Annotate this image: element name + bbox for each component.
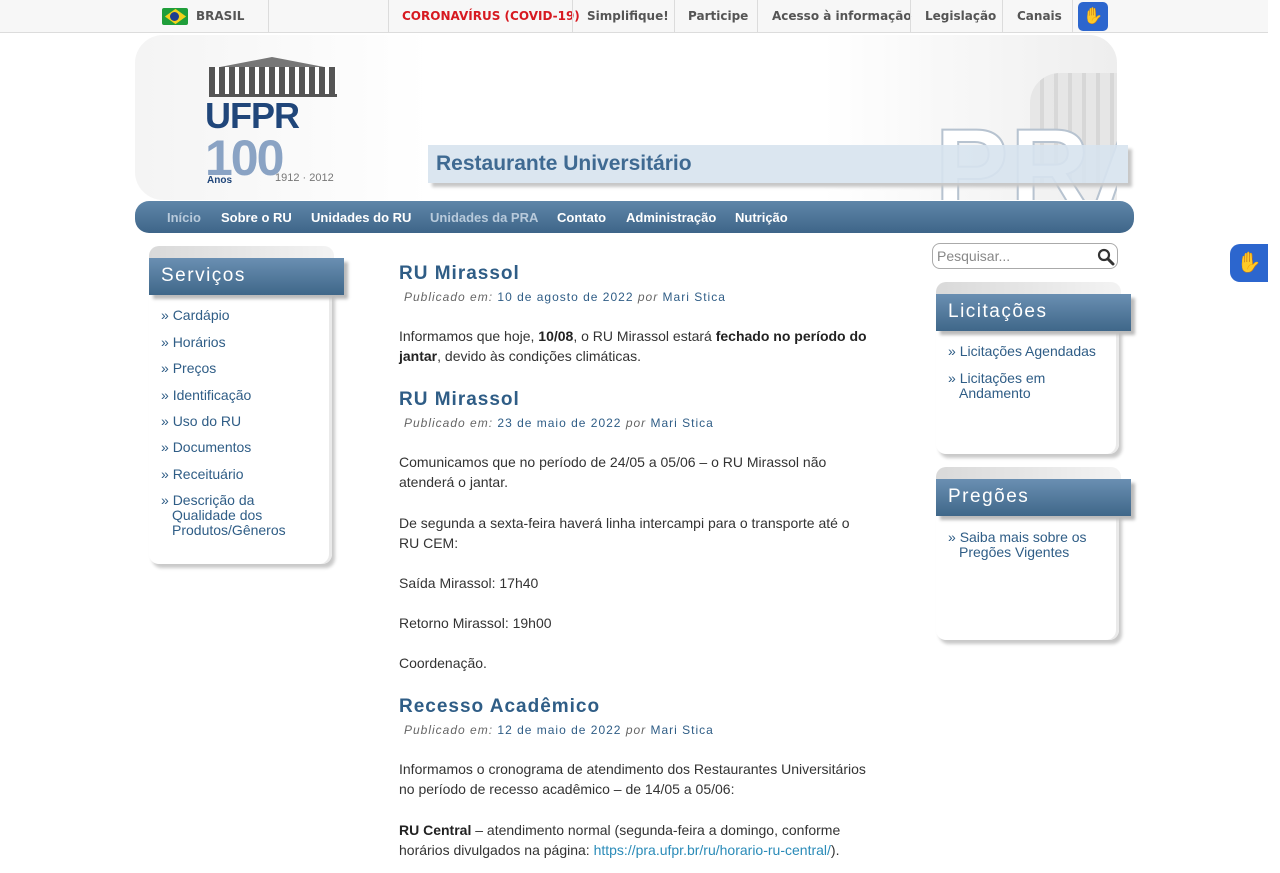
search-icon[interactable] — [1097, 248, 1115, 266]
site-title-bar: Restaurante Universitário — [428, 145, 1128, 183]
gov-link-participe[interactable]: Participe — [688, 9, 748, 23]
libras-hands-icon[interactable]: ✋ — [1078, 2, 1108, 31]
post-author[interactable]: Mari Stica — [663, 290, 726, 304]
post-paragraph: Coordenação. — [399, 655, 487, 671]
sidebar-item-descricao-qualidade[interactable]: » Descrição da Qualidade dos Produtos/Gê… — [161, 493, 301, 538]
divider — [910, 0, 911, 32]
post-author[interactable]: Mari Stica — [651, 723, 714, 737]
services-header: Serviços — [149, 258, 344, 295]
sidebar-item-licitacoes-andamento[interactable]: » Licitações em Andamento — [948, 371, 1068, 401]
logo-years-text: 1912 · 2012 — [275, 172, 334, 184]
divider — [572, 0, 573, 32]
sidebar-item-identificacao[interactable]: » Identificação — [161, 388, 251, 403]
nav-item-contato[interactable]: Contato — [557, 210, 606, 225]
divider — [388, 0, 389, 32]
ufpr-100-logo[interactable]: UFPR 100 Anos 1912 · 2012 — [205, 57, 345, 192]
pregoes-title: Pregões — [948, 486, 1030, 507]
post-paragraph: Informamos que hoje, 10/08, o RU Mirasso… — [399, 328, 867, 364]
post-title[interactable]: Recesso Acadêmico — [399, 696, 600, 718]
licitacoes-box: Licitações » Licitações Agendadas » Lici… — [936, 282, 1131, 454]
divider — [1072, 0, 1073, 32]
divider — [757, 0, 758, 32]
site-title[interactable]: Restaurante Universitário — [436, 152, 692, 176]
pregoes-header: Pregões — [936, 479, 1131, 516]
search-box — [932, 243, 1118, 269]
brazil-flag-icon — [162, 8, 188, 25]
divider — [674, 0, 675, 32]
services-box: Serviços » Cardápio » Horários » Preços … — [149, 246, 344, 564]
horario-ru-central-link[interactable]: https://pra.ufpr.br/ru/horario-ru-centra… — [594, 842, 831, 858]
search-input[interactable] — [937, 247, 1087, 265]
post-paragraph: RU Central – atendimento normal (segunda… — [399, 822, 841, 858]
sidebar-item-horarios[interactable]: » Horários — [161, 335, 226, 350]
gov-link-legislacao[interactable]: Legislação — [925, 9, 996, 23]
post-date: 12 de maio de 2022 — [497, 723, 622, 737]
nav-item-administracao[interactable]: Administração — [626, 210, 716, 225]
sidebar-item-licitacoes-agendadas[interactable]: » Licitações Agendadas — [948, 344, 1096, 359]
licitacoes-header: Licitações — [936, 294, 1131, 331]
post-date: 10 de agosto de 2022 — [497, 290, 634, 304]
gov-brasil-link[interactable]: BRASIL — [150, 0, 269, 32]
divider — [1002, 0, 1003, 32]
post-paragraph: Retorno Mirassol: 19h00 — [399, 615, 552, 631]
nav-item-unidades-da-pra[interactable]: Unidades da PRA — [430, 210, 538, 225]
post-meta: Publicado em: 23 de maio de 2022 por Mar… — [404, 416, 714, 430]
sidebar-item-pregoes-vigentes[interactable]: » Saiba mais sobre os Pregões Vigentes — [948, 530, 1108, 560]
post-author[interactable]: Mari Stica — [651, 416, 714, 430]
nav-item-sobre-o-ru[interactable]: Sobre o RU — [221, 210, 292, 225]
gov-link-covid[interactable]: CORONAVÍRUS (COVID-19) — [402, 9, 580, 23]
post-title[interactable]: RU Mirassol — [399, 263, 520, 285]
pregoes-box: Pregões » Saiba mais sobre os Pregões Vi… — [936, 467, 1131, 640]
gov-link-simplifique[interactable]: Simplifique! — [587, 9, 669, 23]
sidebar-item-receituario[interactable]: » Receituário — [161, 467, 244, 482]
gov-link-canais[interactable]: Canais — [1017, 9, 1062, 23]
post-paragraph: Informamos o cronograma de atendimento d… — [399, 761, 866, 797]
gov-link-acesso-informacao[interactable]: Acesso à informação — [772, 9, 912, 23]
post-paragraph: Comunicamos que no período de 24/05 a 05… — [399, 454, 827, 490]
services-title: Serviços — [161, 265, 246, 286]
gov-bar: BRASIL CORONAVÍRUS (COVID-19) Simplifiqu… — [0, 0, 1268, 33]
licitacoes-title: Licitações — [948, 301, 1048, 322]
logo-anos-text: Anos — [207, 175, 232, 186]
sidebar-item-cardapio[interactable]: » Cardápio — [161, 308, 230, 323]
nav-item-inicio[interactable]: Início — [167, 210, 201, 225]
sidebar-item-uso-do-ru[interactable]: » Uso do RU — [161, 414, 241, 429]
post-meta: Publicado em: 10 de agosto de 2022 por M… — [404, 290, 726, 304]
post-paragraph: Saída Mirassol: 17h40 — [399, 575, 539, 591]
sidebar-item-precos[interactable]: » Preços — [161, 361, 216, 376]
gov-brasil-label: BRASIL — [196, 9, 245, 23]
main-nav: Início Sobre o RU Unidades do RU Unidade… — [135, 201, 1134, 233]
post-paragraph: De segunda a sexta-feira haverá linha in… — [399, 515, 850, 551]
post-meta: Publicado em: 12 de maio de 2022 por Mar… — [404, 723, 714, 737]
post-date: 23 de maio de 2022 — [497, 416, 622, 430]
nav-item-nutricao[interactable]: Nutrição — [735, 210, 788, 225]
nav-item-unidades-do-ru[interactable]: Unidades do RU — [311, 210, 411, 225]
vlibras-widget-icon[interactable]: ✋ — [1230, 244, 1268, 282]
sidebar-item-documentos[interactable]: » Documentos — [161, 440, 251, 455]
post-title[interactable]: RU Mirassol — [399, 389, 520, 411]
